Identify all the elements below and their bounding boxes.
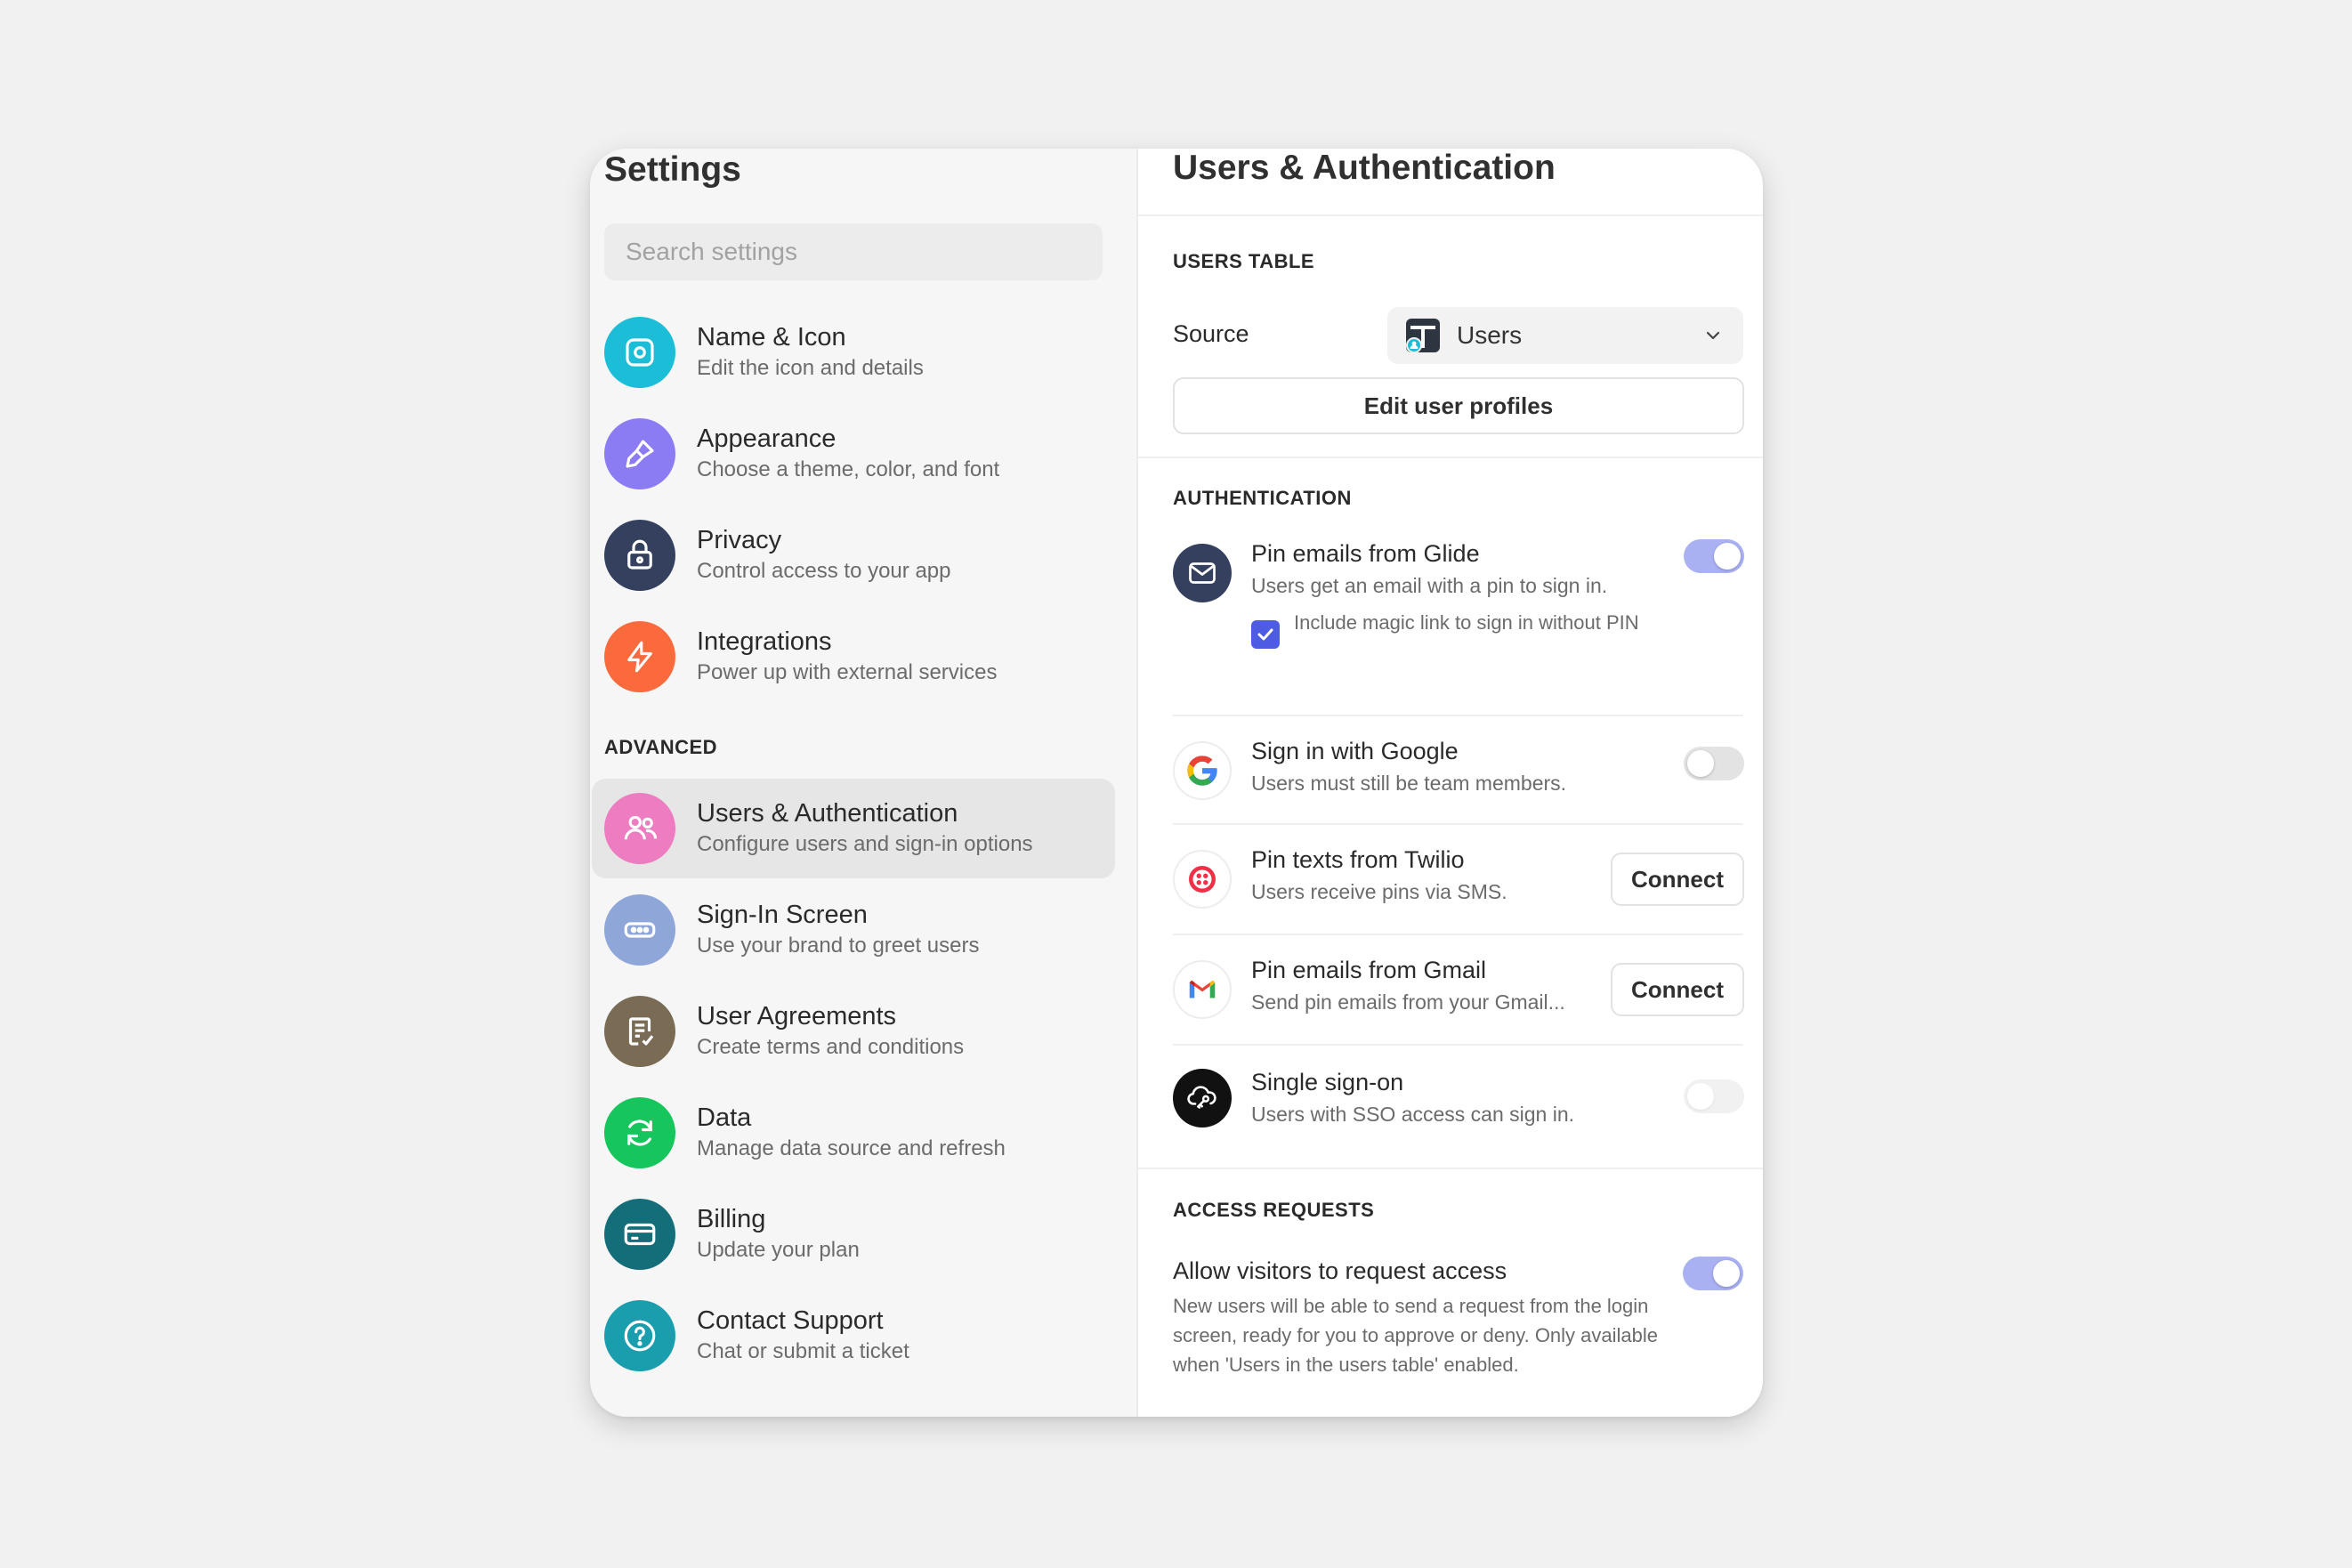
auth-option-title: Single sign-on — [1251, 1069, 1404, 1095]
divider — [1138, 1168, 1763, 1169]
edit-user-profiles-button[interactable]: Edit user profiles — [1173, 377, 1744, 434]
toggle-knob — [1687, 750, 1714, 777]
page-title: Users & Authentication — [1173, 149, 1556, 187]
cloud-key-icon — [1173, 1069, 1232, 1128]
divider — [1173, 1044, 1743, 1046]
sidebar-item-label: Name & Icon — [697, 323, 846, 352]
auth-option-title: Pin texts from Twilio — [1251, 846, 1465, 873]
sidebar-item-description: Choose a theme, color, and font — [697, 457, 1000, 481]
users-authentication-panel: Users & Authentication USERS TABLE Sourc… — [1138, 149, 1763, 1417]
lightning-icon — [604, 621, 675, 692]
sidebar-item-description: Power up with external services — [697, 660, 998, 684]
access-requests-title: Allow visitors to request access — [1173, 1257, 1507, 1284]
sidebar-item-users-authentication[interactable]: Users & Authentication Configure users a… — [592, 779, 1115, 878]
auth-option-description: Users with SSO access can sign in. — [1251, 1103, 1575, 1126]
section-label-access-requests: ACCESS REQUESTS — [1173, 1199, 1375, 1221]
sidebar-item-billing[interactable]: Billing Update your plan — [592, 1184, 1115, 1284]
twilio-connect-button[interactable]: Connect — [1611, 853, 1744, 906]
sidebar-item-label: Privacy — [697, 526, 782, 554]
password-field-icon — [604, 894, 675, 966]
name-icon — [604, 317, 675, 388]
sidebar-item-privacy[interactable]: Privacy Control access to your app — [592, 505, 1115, 605]
access-requests-toggle[interactable] — [1683, 1257, 1743, 1290]
gmail-icon — [1173, 960, 1232, 1019]
users-icon — [604, 793, 675, 864]
sidebar-item-contact-support[interactable]: Contact Support Chat or submit a ticket — [592, 1286, 1115, 1386]
brush-icon — [604, 418, 675, 489]
search-input[interactable]: Search settings — [604, 223, 1103, 280]
toggle-knob — [1713, 1260, 1740, 1287]
divider — [1138, 457, 1763, 458]
sso-toggle[interactable] — [1684, 1079, 1744, 1113]
envelope-icon — [1173, 544, 1232, 602]
sidebar-item-description: Chat or submit a ticket — [697, 1339, 909, 1363]
sidebar-item-integrations[interactable]: Integrations Power up with external serv… — [592, 607, 1115, 707]
access-requests-description: New users will be able to send a request… — [1173, 1295, 1659, 1376]
divider — [1138, 214, 1763, 216]
table-icon — [1405, 318, 1441, 353]
auth-option-pin-glide: Pin emails from Glide Users get an email… — [1173, 538, 1744, 690]
google-icon — [1173, 741, 1232, 800]
document-check-icon — [604, 996, 675, 1067]
lock-icon — [604, 520, 675, 591]
sidebar-item-label: Appearance — [697, 424, 837, 453]
auth-option-description: Users get an email with a pin to sign in… — [1251, 574, 1608, 597]
divider — [1173, 715, 1743, 716]
sidebar-item-appearance[interactable]: Appearance Choose a theme, color, and fo… — [592, 404, 1115, 504]
sidebar-item-label: Sign-In Screen — [697, 901, 868, 929]
sidebar-item-data[interactable]: Data Manage data source and refresh — [592, 1083, 1115, 1183]
auth-option-description: Send pin emails from your Gmail... — [1251, 990, 1565, 1014]
sidebar-item-description: Use your brand to greet users — [697, 934, 980, 958]
twilio-icon — [1173, 850, 1232, 909]
pin-glide-toggle[interactable] — [1684, 539, 1744, 573]
sidebar-item-description: Edit the icon and details — [697, 356, 924, 380]
sidebar-item-name-icon[interactable]: Name & Icon Edit the icon and details — [592, 303, 1115, 402]
google-toggle[interactable] — [1684, 747, 1744, 780]
chevron-down-icon — [1706, 331, 1720, 340]
toggle-knob — [1714, 543, 1741, 570]
credit-card-icon — [604, 1199, 675, 1270]
sidebar-item-user-agreements[interactable]: User Agreements Create terms and conditi… — [592, 982, 1115, 1081]
settings-window: Settings Search settings Name & Icon Edi… — [590, 149, 1763, 1417]
sidebar-item-label: Users & Authentication — [697, 799, 958, 828]
source-label: Source — [1173, 320, 1249, 347]
auth-option-sso: Single sign-on Users with SSO access can… — [1173, 1065, 1744, 1136]
sidebar-item-label: Billing — [697, 1205, 766, 1233]
auth-option-twilio: Pin texts from Twilio Users receive pins… — [1173, 845, 1744, 916]
auth-option-description: Users must still be team members. — [1251, 772, 1567, 795]
sidebar-item-label: User Agreements — [697, 1002, 897, 1031]
auth-option-title: Pin emails from Glide — [1251, 540, 1480, 567]
auth-option-description: Users receive pins via SMS. — [1251, 880, 1507, 903]
sidebar-item-description: Configure users and sign-in options — [697, 832, 1033, 856]
help-icon — [604, 1300, 675, 1371]
settings-sidebar: Settings Search settings Name & Icon Edi… — [590, 149, 1138, 1417]
sidebar-item-label: Contact Support — [697, 1306, 884, 1335]
gmail-connect-button[interactable]: Connect — [1611, 963, 1744, 1016]
auth-option-google: Sign in with Google Users must still be … — [1173, 736, 1744, 807]
sidebar-item-sign-in-screen[interactable]: Sign-In Screen Use your brand to greet u… — [592, 880, 1115, 980]
auth-option-title: Sign in with Google — [1251, 738, 1459, 764]
section-label-users-table: USERS TABLE — [1173, 250, 1315, 272]
sidebar-item-description: Control access to your app — [697, 559, 951, 583]
magic-link-label: Include magic link to sign in without PI… — [1294, 611, 1639, 634]
source-select[interactable]: Users — [1387, 307, 1743, 364]
sidebar-item-description: Create terms and conditions — [697, 1035, 965, 1059]
sidebar-title: Settings — [604, 150, 741, 189]
sidebar-item-description: Manage data source and refresh — [697, 1136, 1006, 1160]
refresh-icon — [604, 1097, 675, 1168]
section-label-advanced: ADVANCED — [604, 736, 718, 758]
auth-option-title: Pin emails from Gmail — [1251, 957, 1487, 983]
sidebar-item-description: Update your plan — [697, 1238, 860, 1262]
checkmark-icon — [1257, 628, 1273, 641]
auth-option-gmail: Pin emails from Gmail Send pin emails fr… — [1173, 955, 1744, 1026]
sidebar-item-label: Data — [697, 1103, 752, 1132]
divider — [1173, 934, 1743, 935]
source-select-value: Users — [1457, 321, 1523, 349]
sidebar-item-label: Integrations — [697, 627, 832, 656]
section-label-authentication: AUTHENTICATION — [1173, 487, 1352, 509]
divider — [1173, 823, 1743, 825]
magic-link-checkbox[interactable] — [1251, 620, 1280, 649]
toggle-knob — [1687, 1083, 1714, 1110]
